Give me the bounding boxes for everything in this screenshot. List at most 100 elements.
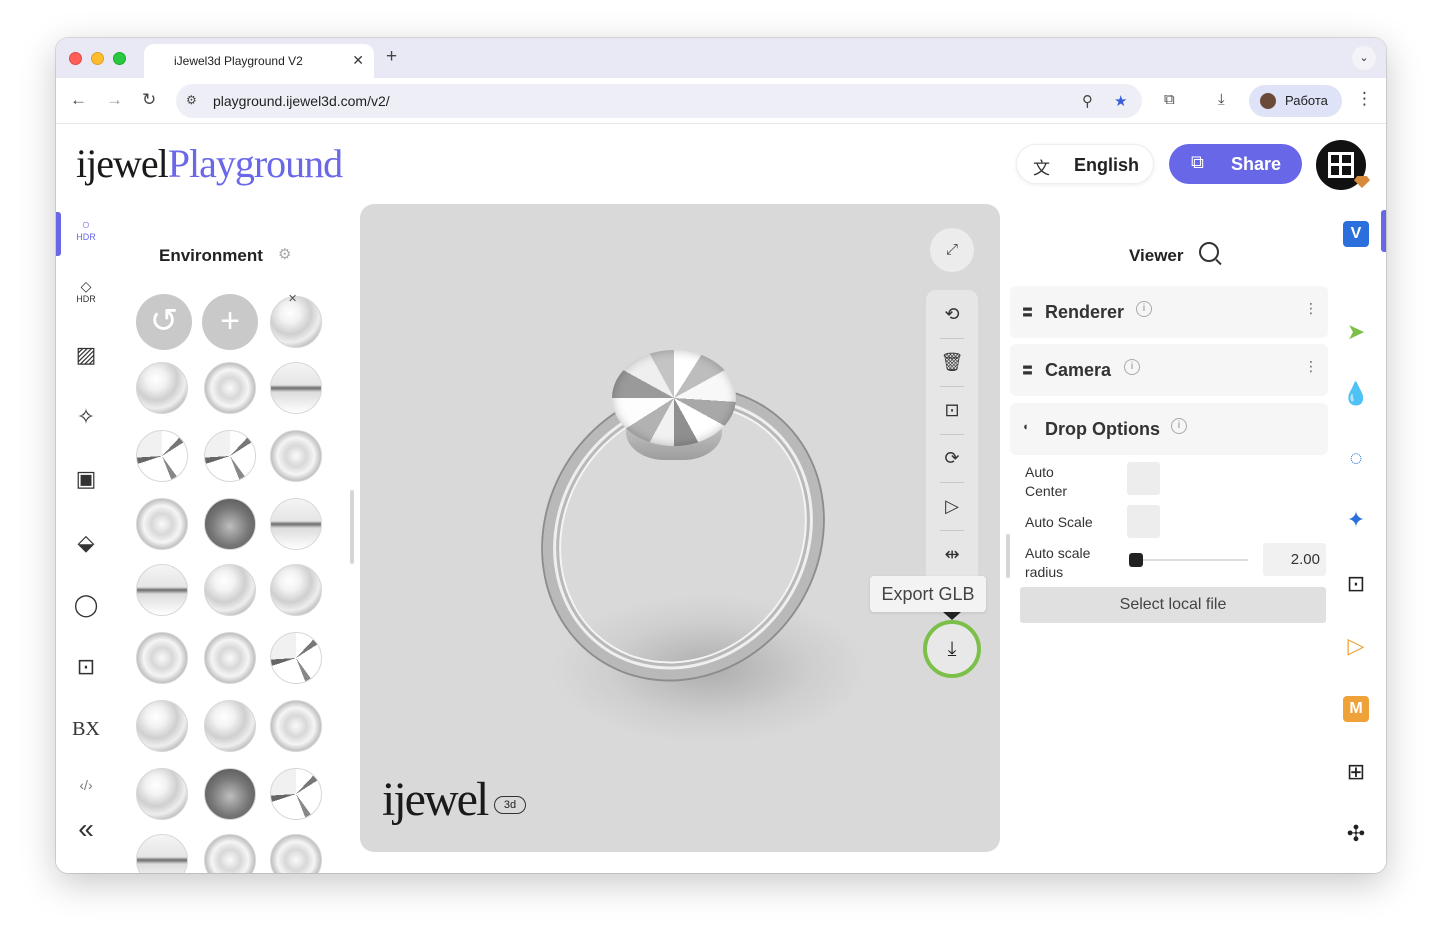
delete-tool-button[interactable]: 🗑	[926, 338, 978, 386]
environment-scrollbar[interactable]	[350, 490, 354, 564]
user-avatar[interactable]	[1316, 140, 1370, 190]
auto-scale-radius-slider[interactable]	[1132, 559, 1248, 561]
rail-upload-box[interactable]: ⊡	[70, 654, 102, 686]
forward-icon[interactable]: →	[106, 90, 123, 110]
language-button[interactable]: 文 English	[1016, 144, 1154, 184]
downloads-icon[interactable]: ⤓	[1218, 91, 1225, 108]
drop-options-section[interactable]: ◖ Drop Options i	[1010, 403, 1328, 455]
environment-thumbnail[interactable]	[270, 768, 322, 820]
collapse-toggle-icon: 〓	[1022, 307, 1033, 319]
collapse-rail-button[interactable]: «	[70, 815, 102, 848]
environment-thumbnail[interactable]	[270, 632, 322, 684]
rail-diamond-hdr[interactable]: ◇ HDR	[70, 278, 102, 310]
environment-thumbnail[interactable]	[204, 834, 256, 873]
environment-thumbnail[interactable]	[136, 834, 188, 873]
focus-tool-button[interactable]: ⊡	[926, 386, 978, 434]
panel-resize-handle[interactable]	[1006, 534, 1010, 578]
play-button[interactable]: ▷	[1340, 630, 1372, 662]
share-button[interactable]: ⧉ Share	[1169, 144, 1302, 184]
rail-image-frame[interactable]: ▣	[70, 466, 102, 498]
rail-sparkle[interactable]: ✧	[70, 404, 102, 436]
url-text[interactable]: playground.ijewel3d.com/v2/	[213, 93, 390, 109]
environment-thumbnail[interactable]	[136, 498, 188, 550]
grid-button[interactable]: ⊞	[1340, 756, 1372, 788]
auto-center-checkbox[interactable]	[1127, 462, 1160, 495]
extensions-icon[interactable]: ⧉	[1164, 91, 1175, 108]
section-menu-icon[interactable]: ⋮	[1304, 300, 1318, 317]
rail-bx[interactable]: BX	[70, 716, 102, 748]
auto-scale-radius-input[interactable]: 2.00	[1263, 543, 1326, 576]
environment-thumbnail[interactable]	[204, 564, 256, 616]
mirror-tool-button[interactable]: ⇹	[926, 530, 978, 578]
section-menu-icon[interactable]: ⋮	[1304, 358, 1318, 375]
more-icon[interactable]: ⋮	[1356, 89, 1373, 109]
info-icon[interactable]: i	[1124, 359, 1140, 375]
environment-thumbnail[interactable]	[136, 362, 188, 414]
environment-thumbnail[interactable]	[204, 362, 256, 414]
reset-view-button[interactable]: ⟳	[926, 434, 978, 482]
slider-thumb[interactable]	[1129, 553, 1143, 567]
info-icon[interactable]: i	[1171, 418, 1187, 434]
sparkle-tool-button[interactable]: ✦	[1340, 504, 1372, 536]
environment-settings-icon[interactable]: ⚙	[278, 245, 291, 263]
upload-button[interactable]: ⊡	[1340, 568, 1372, 600]
environment-thumbnail[interactable]	[136, 700, 188, 752]
remove-environment-icon[interactable]: ✕	[288, 292, 297, 305]
environment-thumbnail[interactable]	[204, 498, 256, 550]
viewer-search-icon[interactable]	[1199, 242, 1219, 262]
app-logo[interactable]: ijewelPlayground	[76, 140, 343, 187]
maximize-window-button[interactable]	[113, 52, 126, 65]
environment-thumbnail[interactable]	[204, 768, 256, 820]
environment-thumbnail[interactable]	[136, 564, 188, 616]
close-window-button[interactable]	[69, 52, 82, 65]
back-icon[interactable]: ←	[70, 90, 87, 110]
rail-stripes[interactable]: ▨	[70, 342, 102, 374]
environment-thumbnail[interactable]	[136, 632, 188, 684]
environment-thumbnail[interactable]	[136, 430, 188, 482]
rail-plane[interactable]: ⬙	[70, 530, 102, 562]
browser-tab[interactable]: iJewel3d Playground V2 ✕	[144, 44, 374, 78]
profile-button[interactable]: Работа	[1249, 85, 1342, 117]
environment-thumbnail[interactable]	[270, 564, 322, 616]
rail-ring[interactable]: ◯	[70, 592, 102, 624]
environment-thumbnail[interactable]	[270, 498, 322, 550]
rail-code[interactable]: ‹/›	[70, 772, 102, 804]
play-animation-button[interactable]: ▷	[926, 482, 978, 530]
add-environment-button[interactable]: +	[202, 294, 258, 350]
select-tool-button[interactable]: ➤	[1340, 316, 1372, 348]
tab-close-icon[interactable]: ✕	[352, 52, 364, 69]
select-local-file-button[interactable]: Select local file	[1020, 587, 1326, 623]
rail-active-indicator	[56, 212, 61, 256]
camera-section[interactable]: 〓 Camera i ⋮	[1010, 344, 1328, 396]
tab-search-button[interactable]: ⌄	[1352, 46, 1376, 70]
new-tab-button[interactable]: +	[386, 46, 397, 68]
environment-thumbnail[interactable]	[270, 362, 322, 414]
environment-thumbnail[interactable]	[270, 834, 322, 873]
info-icon[interactable]: i	[1136, 301, 1152, 317]
environment-thumbnail[interactable]	[204, 632, 256, 684]
environment-thumbnail[interactable]	[136, 768, 188, 820]
fullscreen-button[interactable]: ⤢	[930, 228, 974, 272]
export-glb-button[interactable]: ⤓	[923, 620, 981, 678]
environment-thumbnail[interactable]	[270, 430, 322, 482]
site-settings-icon[interactable]: ⚙	[186, 93, 197, 107]
environment-thumbnail[interactable]	[204, 700, 256, 752]
v-plugin-button[interactable]: V	[1343, 221, 1369, 247]
materials-button[interactable]: 💧	[1340, 378, 1372, 410]
zoom-icon[interactable]: ⚲	[1082, 92, 1093, 110]
bookmark-star-icon[interactable]: ★	[1114, 92, 1127, 110]
m-plugin-button[interactable]: M	[1343, 696, 1369, 722]
reload-icon[interactable]: ↻	[142, 90, 156, 110]
address-bar[interactable]: ⚙ playground.ijewel3d.com/v2/ ⚲ ★	[176, 84, 1142, 118]
ring-tool-button[interactable]: ◌	[1340, 442, 1372, 474]
rotate-tool-button[interactable]: ⟲	[926, 290, 978, 338]
renderer-section[interactable]: 〓 Renderer i ⋮	[1010, 286, 1328, 338]
environment-thumbnail[interactable]	[270, 700, 322, 752]
3d-viewport[interactable]: ijewel 3d ⤢ ⟲ 🗑 ⊡ ⟳ ▷ ⇹ Export GLB ⤓	[360, 204, 1000, 852]
plugins-button[interactable]: ✣	[1340, 818, 1372, 850]
auto-scale-checkbox[interactable]	[1127, 505, 1160, 538]
reset-environment-button[interactable]: ↺	[136, 294, 192, 350]
rail-hdr[interactable]: ○ HDR	[70, 216, 102, 248]
minimize-window-button[interactable]	[91, 52, 104, 65]
environment-thumbnail[interactable]	[204, 430, 256, 482]
